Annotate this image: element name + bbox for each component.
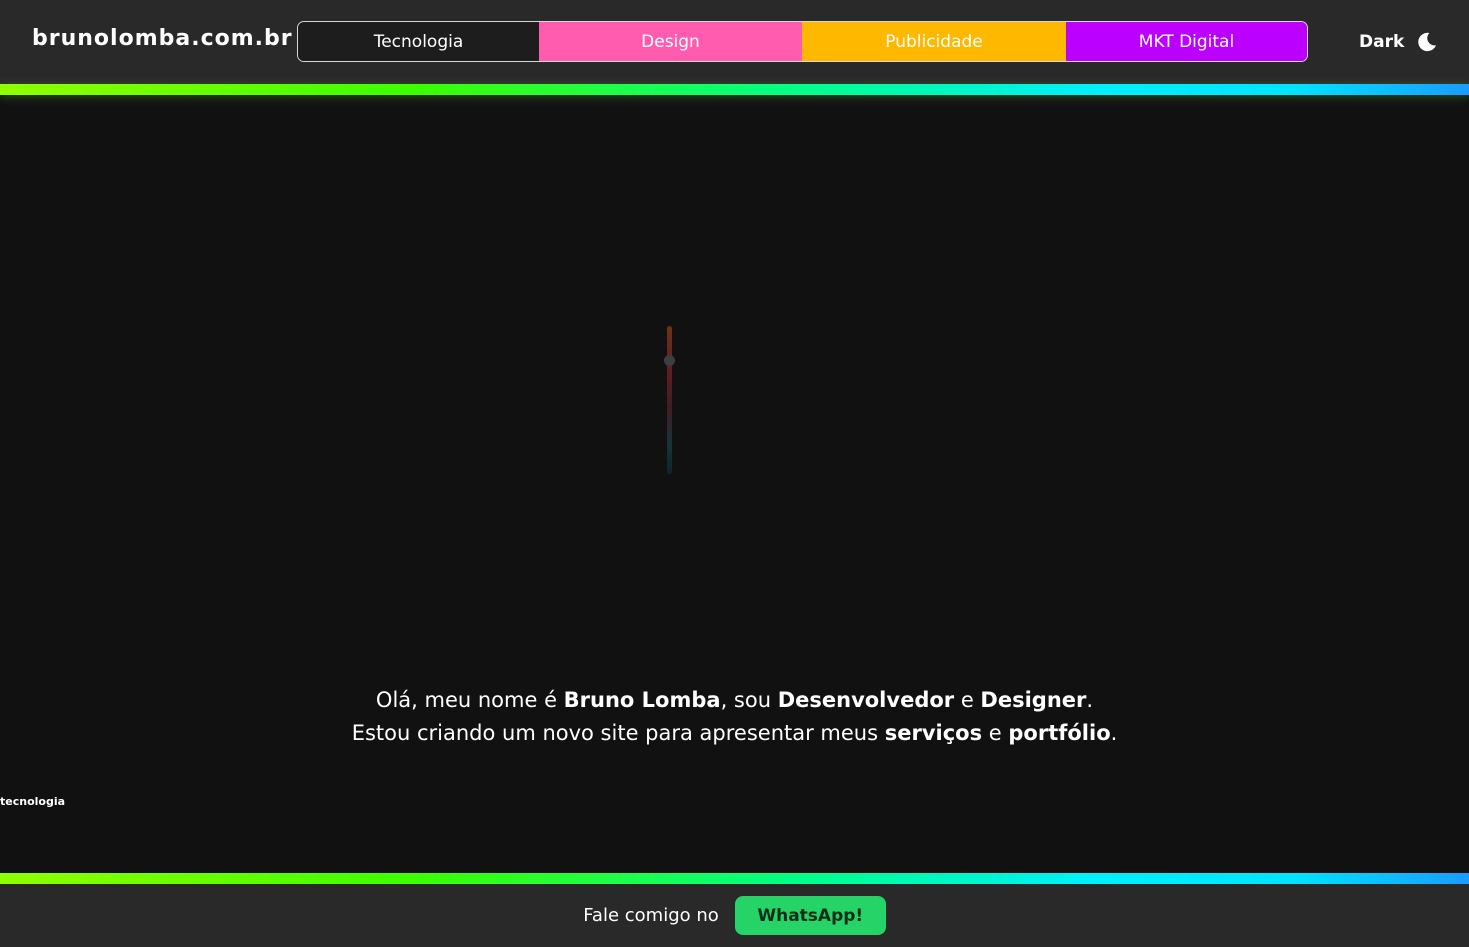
theme-toggle[interactable]: Dark — [1359, 28, 1438, 56]
intro-text-span: Olá, meu nome é — [375, 688, 564, 712]
footer-gradient-bar — [0, 873, 1469, 884]
intro-text-span: Estou criando um novo site para apresent… — [351, 721, 885, 745]
tab-design[interactable]: Design — [539, 22, 802, 61]
intro-services: serviços — [884, 721, 983, 745]
loading-indicator — [667, 326, 672, 474]
intro-text-span: . — [1086, 688, 1094, 712]
intro-line-1: Olá, meu nome é Bruno Lomba, sou Desenvo… — [0, 684, 1469, 717]
intro-line-2: Estou criando um novo site para apresent… — [0, 717, 1469, 750]
intro-portfolio: portfólio — [1008, 721, 1111, 745]
intro-name: Bruno Lomba — [563, 688, 721, 712]
whatsapp-button[interactable]: WhatsApp! — [734, 896, 886, 935]
theme-toggle-label: Dark — [1359, 32, 1405, 52]
footer-text: Fale comigo no — [583, 905, 719, 926]
site-footer: Fale comigo no WhatsApp! — [0, 884, 1469, 947]
tab-publicidade[interactable]: Publicidade — [802, 22, 1066, 61]
intro-text-span: . — [1110, 721, 1118, 745]
intro-text-span: , sou — [720, 688, 778, 712]
site-logo[interactable]: brunolomba.com.br — [32, 26, 293, 51]
loading-indicator-dot — [664, 355, 675, 366]
category-nav: Tecnologia Design Publicidade MKT Digita… — [297, 21, 1308, 62]
intro-text-span: e — [954, 688, 981, 712]
section-label: tecnologia — [0, 795, 66, 808]
intro-role-developer: Desenvolvedor — [777, 688, 955, 712]
intro-role-designer: Designer — [980, 688, 1087, 712]
tab-tecnologia[interactable]: Tecnologia — [298, 22, 539, 61]
header-gradient-bar — [0, 84, 1469, 95]
intro-text: Olá, meu nome é Bruno Lomba, sou Desenvo… — [0, 684, 1469, 750]
moon-icon — [1418, 32, 1437, 52]
intro-text-span: e — [982, 721, 1009, 745]
site-header: brunolomba.com.br Tecnologia Design Publ… — [0, 0, 1469, 84]
tab-mkt-digital[interactable]: MKT Digital — [1066, 22, 1307, 61]
